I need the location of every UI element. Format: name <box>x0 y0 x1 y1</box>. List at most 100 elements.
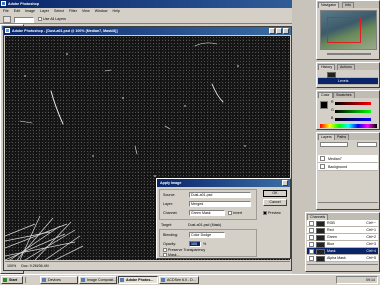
task-photoshop[interactable]: Adobe Photos... <box>118 276 158 284</box>
doc-maximize-button[interactable] <box>276 28 282 34</box>
window-icon <box>81 278 85 282</box>
tab-history[interactable]: History <box>318 64 336 70</box>
blend-mode-select[interactable] <box>320 142 348 147</box>
menu-view[interactable]: View <box>82 9 90 13</box>
options-field[interactable] <box>14 17 34 23</box>
document-status-bar: 100% Doc: 9.2M/36.4M <box>5 261 290 270</box>
layer-label: Layer: <box>163 202 173 206</box>
menu-window[interactable]: Window <box>95 9 108 13</box>
color-g-slider[interactable] <box>335 110 371 113</box>
color-r-slider[interactable] <box>335 102 371 105</box>
window-icon <box>42 278 46 282</box>
menu-file[interactable]: File <box>3 9 9 13</box>
layer-background[interactable]: Background <box>318 163 378 171</box>
channel-row-red[interactable]: Red Ctrl+1 <box>307 227 378 234</box>
layers-footer <box>318 202 378 208</box>
tab-layers[interactable]: Layers <box>318 134 335 140</box>
dialog-title-bar: Apply Image <box>157 179 290 187</box>
color-b-label: B <box>331 116 334 120</box>
eye-icon[interactable] <box>309 235 314 240</box>
channel-row-green[interactable]: Green Ctrl+2 <box>307 234 378 241</box>
tab-color[interactable]: Color <box>318 92 333 98</box>
task-image-composite[interactable]: Image Composit... <box>79 276 117 284</box>
channel-row-alpha-mask[interactable]: Alpha Mask Ctrl+5 <box>307 255 378 262</box>
tray-clock: 09:14 <box>366 278 375 282</box>
preview-checkbox[interactable] <box>263 211 267 216</box>
system-tray: 09:14 <box>336 276 378 284</box>
eye-icon[interactable] <box>320 156 325 161</box>
tab-actions[interactable]: Actions <box>337 64 355 70</box>
layers-palette: Layers Paths Median7 Background <box>316 132 380 210</box>
task-devices[interactable]: Devices <box>40 276 78 284</box>
ok-button[interactable]: OK <box>263 190 287 197</box>
eye-icon[interactable] <box>309 221 314 226</box>
color-ramp[interactable] <box>320 124 377 128</box>
mask-checkbox[interactable] <box>163 253 167 258</box>
tab-info[interactable]: Info <box>342 2 354 8</box>
tab-swatches[interactable]: Swatches <box>333 92 355 98</box>
quick-launch <box>25 277 37 283</box>
history-item-levels[interactable]: Levels <box>318 78 378 85</box>
target-value: Dust-a01.psd (Mask) <box>188 223 222 227</box>
doc-close-button[interactable] <box>283 28 289 34</box>
color-r-label: R <box>331 100 334 104</box>
channels-footer <box>307 264 378 270</box>
menu-select[interactable]: Select <box>54 9 64 13</box>
tab-navigator[interactable]: Navigator <box>318 2 340 8</box>
eye-icon[interactable] <box>309 228 314 233</box>
invert-option[interactable]: Invert <box>228 210 242 216</box>
source-select[interactable]: Dust-a01.psd <box>189 192 251 198</box>
cancel-button[interactable]: Cancel <box>263 199 287 206</box>
preview-option[interactable]: Preview <box>263 210 281 216</box>
channel-row-mask[interactable]: Mask Ctrl+4 <box>307 248 378 255</box>
layer-select[interactable]: Merged <box>189 201 251 207</box>
use-all-layers-checkbox[interactable] <box>38 17 42 22</box>
layer-opacity-field[interactable] <box>357 142 377 147</box>
document-title-bar: Adobe Photoshop - [Dust-a01.psd @ 100% (… <box>4 27 291 35</box>
menu-layer[interactable]: Layer <box>40 9 49 13</box>
channel-row-blue[interactable]: Blue Ctrl+3 <box>307 241 378 248</box>
channel-select[interactable]: Green Mask <box>189 210 225 216</box>
apply-image-dialog: Apply Image Source: Dust-a01.psd Layer: … <box>156 178 291 259</box>
color-fg-bg[interactable] <box>320 101 328 109</box>
start-button[interactable]: Start <box>1 276 23 284</box>
color-b-slider[interactable] <box>335 118 371 121</box>
opacity-unit: % <box>203 242 207 246</box>
eye-icon[interactable] <box>309 242 314 247</box>
navigator-thumbnail[interactable] <box>320 10 377 50</box>
taskbar: Start Devices Image Composit... Adobe Ph… <box>0 274 380 285</box>
doc-minimize-button[interactable] <box>269 28 275 34</box>
dialog-title: Apply Image <box>160 181 182 185</box>
eye-icon[interactable] <box>320 164 325 169</box>
use-all-layers[interactable]: Use All Layers <box>38 17 66 22</box>
source-group: Source: Dust-a01.psd Layer: Merged Chann… <box>159 189 257 220</box>
blending-select[interactable]: Color Dodge <box>189 232 225 238</box>
menu-help[interactable]: Help <box>113 9 120 13</box>
menu-edit[interactable]: Edit <box>14 9 20 13</box>
navigator-view-box[interactable] <box>327 17 361 43</box>
menu-image[interactable]: Image <box>25 9 35 13</box>
dialog-close-button[interactable] <box>282 180 288 186</box>
navigator-tabs: Navigator Info <box>317 1 379 8</box>
navigator-zoom-slider[interactable] <box>327 53 371 55</box>
tool-preset-icon[interactable] <box>3 16 11 23</box>
color-g-label: G <box>331 108 334 112</box>
tab-paths[interactable]: Paths <box>334 134 350 140</box>
options-bar: Use All Layers <box>0 15 292 24</box>
invert-checkbox[interactable] <box>228 211 232 216</box>
document-title: Adobe Photoshop - [Dust-a01.psd @ 100% (… <box>12 29 118 33</box>
channel-row-rgb[interactable]: RGB Ctrl+~ <box>307 220 378 227</box>
channel-label: Channel: <box>163 211 178 215</box>
channels-tabs: Channels <box>306 213 379 220</box>
layer-median7[interactable]: Median7 <box>318 155 378 163</box>
history-item[interactable] <box>318 71 378 78</box>
eye-icon[interactable] <box>309 256 314 261</box>
eye-icon[interactable] <box>309 249 314 254</box>
menu-filter[interactable]: Filter <box>69 9 77 13</box>
task-acdsee[interactable]: ACDSee 6.0 - D... <box>159 276 199 284</box>
channels-palette: Channels RGB Ctrl+~ Red Ctrl+1 Green Ctrl+2… <box>305 212 380 272</box>
acdsee-icon <box>161 278 165 282</box>
blending-group: Blending: Color Dodge Opacity: 100 % Pre… <box>159 229 257 258</box>
mask-option[interactable]: Mask... <box>163 252 180 258</box>
app-icon <box>1 1 6 6</box>
